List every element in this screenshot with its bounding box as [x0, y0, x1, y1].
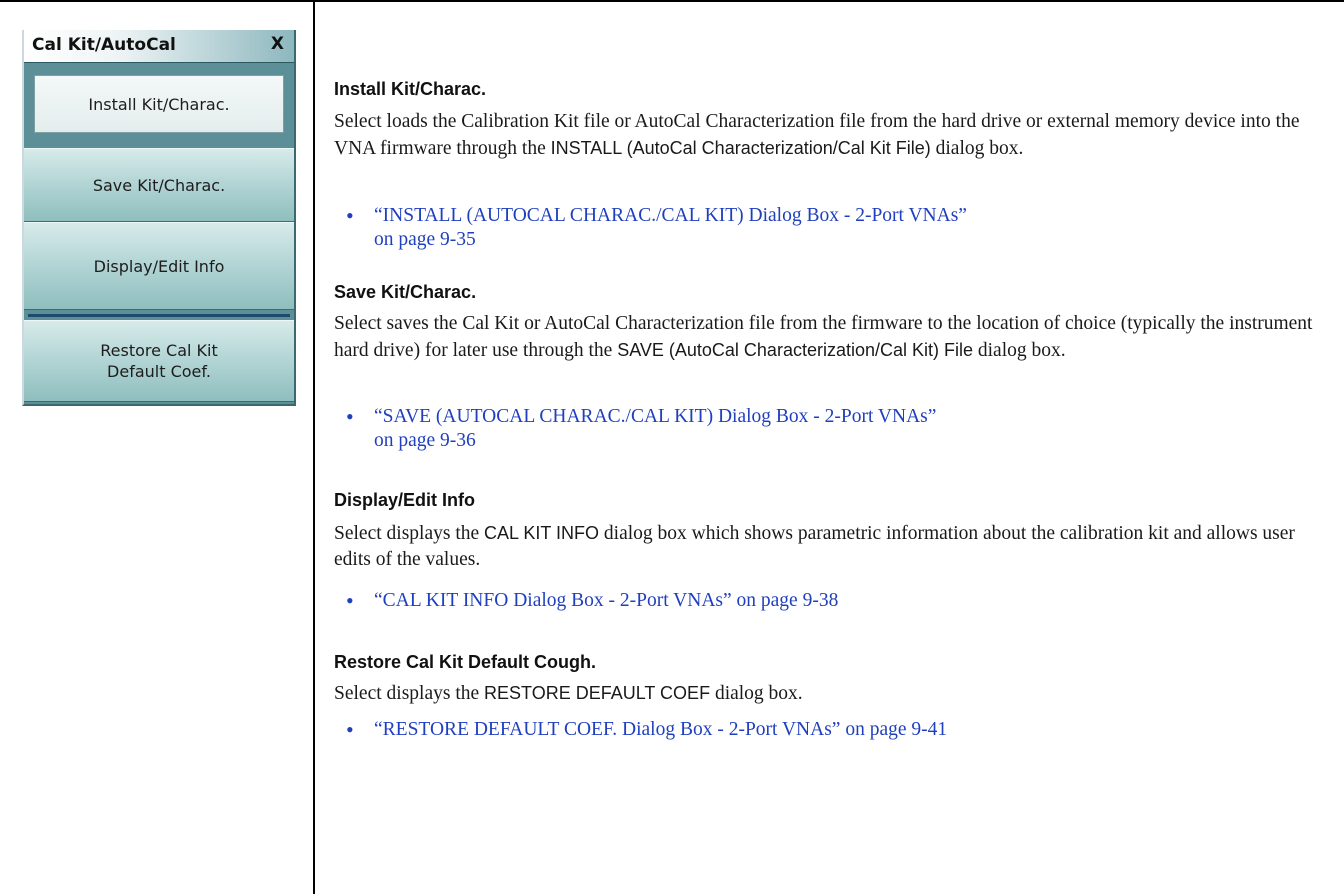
bullet-icon: •	[346, 588, 354, 613]
restore-label-line2: Default Coef.	[107, 362, 211, 381]
section-heading-save: Save Kit/Charac.	[334, 282, 477, 302]
save-dialog-name: SAVE (AutoCal Characterization/Cal Kit) …	[617, 340, 974, 360]
section-text-restore: Select displays the RESTORE DEFAULT COEF…	[334, 680, 1314, 707]
install-dialog-name: INSTALL (AutoCal Characterization/Cal Ki…	[550, 138, 931, 158]
restore-link[interactable]: “RESTORE DEFAULT COEF. Dialog Box - 2-Po…	[374, 717, 947, 743]
close-button[interactable]: X	[271, 34, 284, 54]
save-kit-charac-button[interactable]: Save Kit/Charac.	[24, 148, 294, 222]
install-kit-charac-button[interactable]: Install Kit/Charac.	[34, 75, 284, 133]
display-edit-info-label: Display/Edit Info	[93, 256, 225, 276]
section-heading-display: Display/Edit Info	[334, 490, 476, 510]
restore-label-line1: Restore Cal Kit	[100, 341, 218, 360]
save-link-line1[interactable]: “SAVE (AUTOCAL CHARAC./CAL KIT) Dialog B…	[374, 404, 936, 430]
menu-header: Cal Kit/AutoCal X	[24, 30, 294, 63]
save-link-line2[interactable]: on page 9-36	[374, 428, 476, 454]
bullet-icon: •	[346, 203, 354, 228]
bullet-icon: •	[346, 404, 354, 429]
restore-text-end: dialog box.	[714, 683, 803, 704]
display-edit-info-button[interactable]: Display/Edit Info	[24, 222, 294, 310]
section-text-display: Select displays the CAL KIT INFO dialog …	[334, 520, 1314, 573]
section-text-install: Select loads the Calibration Kit file or…	[334, 109, 1314, 162]
install-link-line2[interactable]: on page 9-35	[374, 227, 476, 253]
section-text-save: Select saves the Cal Kit or AutoCal Char…	[334, 311, 1314, 364]
install-link-line1[interactable]: “INSTALL (AUTOCAL CHARAC./CAL KIT) Dialo…	[374, 203, 967, 229]
install-kit-charac-label: Install Kit/Charac.	[88, 94, 230, 114]
section-heading-restore: Restore Cal Kit Default Cough.	[334, 652, 597, 672]
menu-title: Cal Kit/AutoCal	[32, 35, 176, 55]
top-rule	[0, 0, 1344, 2]
display-text: Select displays the	[334, 523, 480, 544]
install-text-end: dialog box.	[935, 138, 1024, 159]
save-text-end: dialog box.	[977, 340, 1066, 361]
display-text-end: dialog box which shows parametric inform…	[334, 523, 1295, 570]
save-kit-charac-label: Save Kit/Charac.	[92, 175, 226, 195]
restore-text: Select displays the	[334, 683, 480, 704]
display-link[interactable]: “CAL KIT INFO Dialog Box - 2-Port VNAs” …	[374, 588, 838, 614]
menu-separator	[28, 314, 290, 317]
display-dialog-name: CAL KIT INFO	[484, 523, 600, 543]
bullet-icon: •	[346, 717, 354, 742]
restore-dialog-name: RESTORE DEFAULT COEF	[484, 683, 711, 703]
column-divider	[313, 0, 315, 894]
restore-cal-kit-default-coef-button[interactable]: Restore Cal Kit Default Coef.	[24, 320, 294, 402]
cal-kit-autocal-menu: Cal Kit/AutoCal X Install Kit/Charac. Sa…	[22, 30, 296, 406]
section-heading-install: Install Kit/Charac.	[334, 79, 487, 99]
